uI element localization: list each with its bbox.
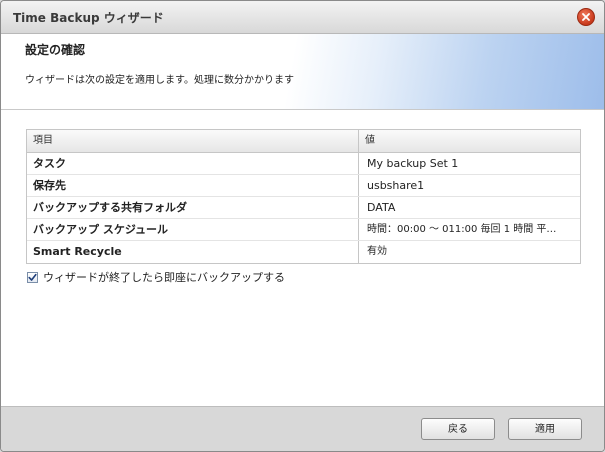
apply-button[interactable]: 適用: [508, 418, 582, 440]
row-key: 保存先: [27, 175, 359, 196]
backup-now-checkbox[interactable]: [27, 271, 38, 283]
close-button[interactable]: [577, 8, 595, 26]
backup-now-label[interactable]: ウィザードが終了したら即座にバックアップする: [43, 269, 285, 285]
row-value: 有効: [367, 246, 387, 257]
checkmark-icon: [28, 273, 37, 281]
page-title: 設定の確認: [25, 43, 86, 57]
row-value: usbshare1: [367, 179, 425, 192]
row-value: My backup Set 1: [367, 157, 459, 170]
wizard-header: 設定の確認 ウィザードは次の設定を適用します。処理に数分かかります: [1, 34, 604, 110]
table-row: バックアップ スケジュール 時間：00:00 ～ 011:00 毎回 1 時間 …: [27, 219, 580, 241]
row-value: DATA: [367, 201, 396, 214]
window-title: Time Backup ウィザード: [13, 11, 164, 25]
back-button[interactable]: 戻る: [421, 418, 495, 440]
backup-now-option[interactable]: ウィザードが終了したら即座にバックアップする: [27, 269, 285, 285]
row-key: タスク: [27, 153, 359, 174]
wizard-window: Time Backup ウィザード 設定の確認 ウィザードは次の設定を適用します…: [0, 0, 605, 452]
column-header-item[interactable]: 項目: [27, 130, 359, 152]
close-icon: [582, 13, 590, 21]
row-key: バックアップ スケジュール: [27, 219, 359, 240]
settings-table: 項目 値 タスク My backup Set 1 保存先 usbshare1 バ…: [26, 129, 581, 264]
row-key: Smart Recycle: [27, 241, 359, 263]
page-description: ウィザードは次の設定を適用します。処理に数分かかります: [25, 75, 294, 86]
wizard-footer: 戻る 適用: [1, 406, 604, 451]
row-key: バックアップする共有フォルダ: [27, 197, 359, 218]
column-header-value[interactable]: 値: [359, 130, 580, 152]
table-row: Smart Recycle 有効: [27, 241, 580, 263]
title-bar[interactable]: Time Backup ウィザード: [1, 1, 604, 34]
table-row: 保存先 usbshare1: [27, 175, 580, 197]
table-row: バックアップする共有フォルダ DATA: [27, 197, 580, 219]
table-header: 項目 値: [27, 130, 580, 153]
table-row: タスク My backup Set 1: [27, 153, 580, 175]
row-value: 時間：00:00 ～ 011:00 毎回 1 時間 平…: [367, 224, 557, 235]
